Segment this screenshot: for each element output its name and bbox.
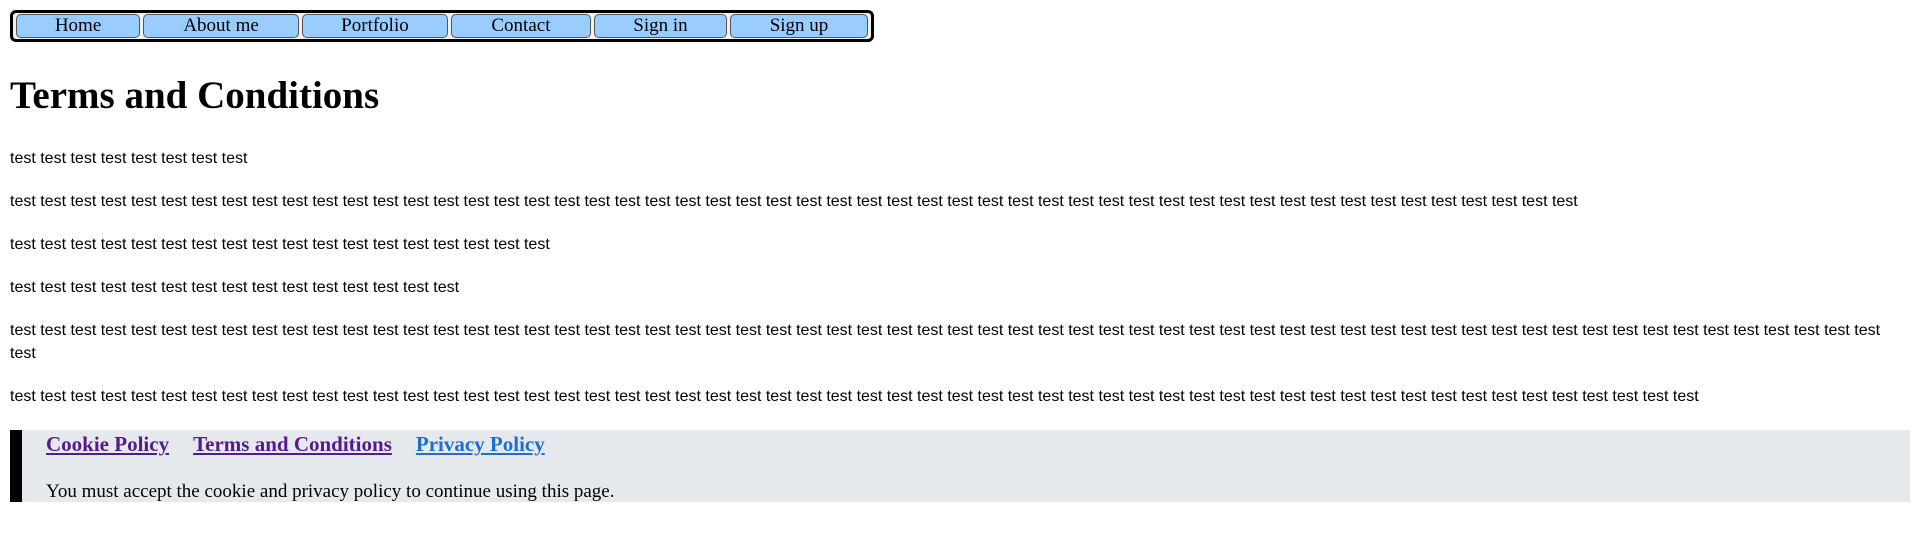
paragraph-1: test test test test test test test test [10, 150, 248, 167]
paragraph-4: test test test test test test test test … [10, 279, 460, 296]
paragraph-6: test test test test test test test test … [10, 388, 1699, 405]
privacy-policy-link[interactable]: Privacy Policy [416, 432, 545, 457]
nav-about-me[interactable]: About me [143, 14, 299, 38]
terms-and-conditions-link[interactable]: Terms and Conditions [193, 432, 392, 457]
cookie-policy-link[interactable]: Cookie Policy [46, 432, 169, 457]
nav-contact[interactable]: Contact [450, 14, 591, 38]
paragraph-3: test test test test test test test test … [10, 236, 550, 253]
paragraph-5: test test test test test test test test … [10, 322, 1881, 362]
policy-banner: Cookie Policy Terms and Conditions Priva… [10, 430, 1910, 502]
paragraph-2: test test test test test test test test … [10, 193, 1578, 210]
nav-portfolio[interactable]: Portfolio [301, 14, 448, 38]
page-title: Terms and Conditions [10, 74, 380, 117]
nav-home[interactable]: Home [16, 14, 141, 38]
policy-message: You must accept the cookie and privacy p… [46, 481, 615, 502]
main-nav: Home About me Portfolio Contact Sign in … [10, 10, 874, 42]
policy-links: Cookie Policy Terms and Conditions Priva… [46, 432, 545, 457]
nav-sign-up[interactable]: Sign up [729, 14, 868, 38]
nav-sign-in[interactable]: Sign in [593, 14, 727, 38]
